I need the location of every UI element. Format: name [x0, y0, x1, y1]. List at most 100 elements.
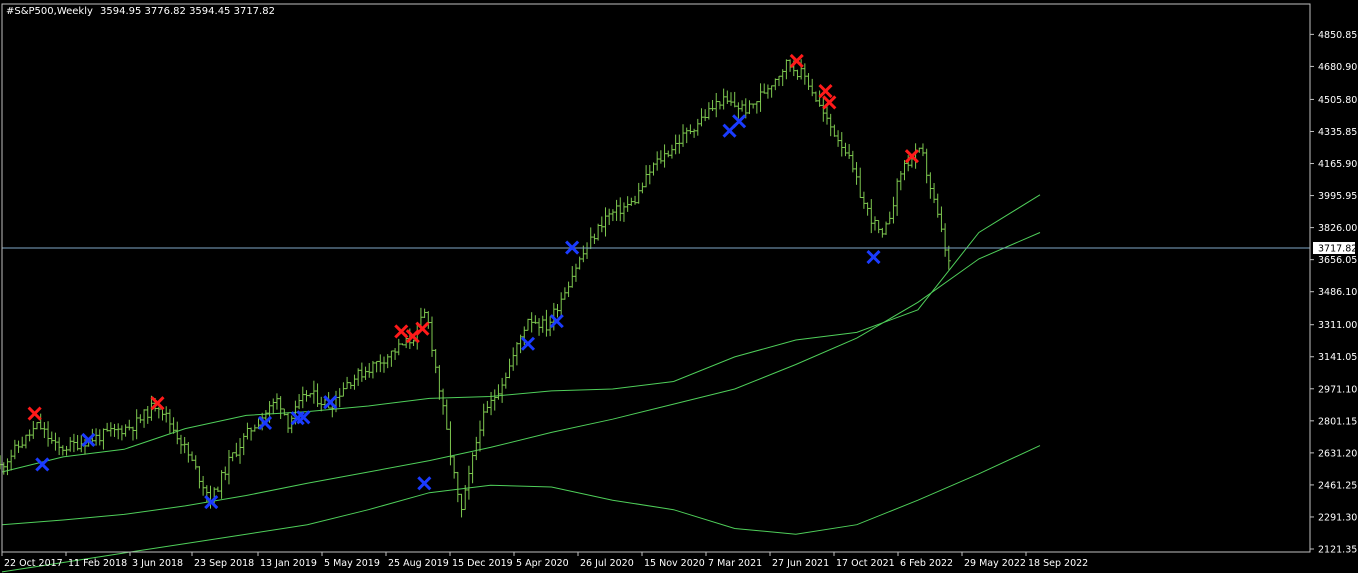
ohlc-bar	[562, 287, 567, 300]
ohlc-bar	[573, 263, 578, 282]
ohlc-bar	[695, 118, 700, 136]
ohlc-bar	[9, 449, 14, 471]
ohlc-bar	[621, 202, 626, 222]
y-tick-label: 3141.05	[1318, 352, 1357, 363]
x-tick-label: 7 Mar 2021	[708, 558, 762, 569]
ohlc-bar	[474, 436, 479, 461]
y-tick-label: 3311.00	[1318, 320, 1357, 331]
ohlc-bar	[795, 69, 800, 80]
ohlc-bar	[370, 360, 375, 379]
ohlc-bar	[662, 144, 667, 168]
chart-ohlc-readout: 3594.95 3776.82 3594.45 3717.82	[100, 6, 275, 17]
ohlc-bar	[167, 409, 172, 434]
ohlc-bar	[817, 90, 822, 107]
ohlc-bar	[94, 428, 99, 446]
ohlc-bar	[824, 105, 829, 125]
ohlc-bar	[717, 101, 722, 110]
x-tick-label: 26 Jul 2020	[580, 558, 634, 569]
ohlc-bar	[658, 150, 663, 164]
ohlc-bar	[751, 103, 756, 109]
ohlc-bar	[887, 211, 892, 225]
buy-marker	[732, 114, 747, 129]
bands-layer	[1, 194, 1041, 573]
ohlc-bar	[311, 380, 316, 404]
ohlc-bar	[274, 393, 279, 410]
ohlc-bar	[902, 160, 907, 181]
ohlc-bar	[529, 312, 534, 333]
ohlc-bar	[706, 102, 711, 120]
ohlc-bar	[441, 388, 446, 415]
x-tick-label: 23 Sep 2018	[194, 558, 254, 569]
x-tick-label: 25 Aug 2019	[388, 558, 449, 569]
ohlc-bar	[308, 393, 313, 398]
ohlc-bar	[747, 100, 752, 114]
ohlc-bar	[112, 423, 117, 437]
ohlc-bar	[448, 421, 453, 466]
ohlc-bar	[219, 470, 224, 499]
ohlc-bar	[241, 433, 246, 456]
ohlc-bar	[304, 390, 309, 402]
ohlc-bar	[68, 437, 73, 452]
ohlc-bar	[470, 452, 475, 484]
ohlc-bar	[898, 171, 903, 191]
ohlc-bar	[773, 78, 778, 91]
ohlc-bar	[729, 92, 734, 106]
ohlc-bar	[400, 343, 405, 346]
ohlc-bar	[618, 197, 623, 222]
ohlc-bar	[872, 216, 877, 231]
ohlc-bar	[345, 376, 350, 390]
ohlc-bar	[12, 439, 17, 460]
ohlc-bar	[920, 143, 925, 157]
ohlc-bar	[363, 366, 368, 380]
ohlc-bar	[411, 339, 416, 346]
ohlc-bar	[544, 309, 549, 337]
band-line-3	[1, 445, 1041, 573]
ohlc-bar	[570, 266, 575, 288]
ohlc-bar	[640, 182, 645, 194]
ohlc-bar	[592, 233, 597, 244]
y-tick-label: 4505.80	[1318, 95, 1357, 106]
ohlc-bar	[577, 256, 582, 270]
ohlc-bar	[732, 91, 737, 108]
buy-marker	[417, 476, 432, 491]
ohlc-bar	[684, 127, 689, 144]
ohlc-bar	[20, 436, 25, 449]
ohlc-bar	[555, 304, 560, 318]
ohlc-bar	[839, 132, 844, 157]
ohlc-bar	[758, 83, 763, 112]
ohlc-bar	[127, 419, 132, 431]
ohlc-bar	[282, 408, 287, 416]
x-tick-label: 11 Feb 2018	[68, 558, 127, 569]
ohlc-bar	[42, 422, 47, 439]
ohlc-bar	[692, 128, 697, 138]
ohlc-bar	[452, 455, 457, 479]
ohlc-bar	[75, 435, 80, 451]
ohlc-bar	[880, 227, 885, 238]
ohlc-bar	[477, 420, 482, 452]
buy-marker	[35, 457, 50, 472]
ohlc-bar	[533, 315, 538, 324]
y-tick-label: 4335.85	[1318, 127, 1357, 138]
ohlc-bar	[769, 85, 774, 98]
ohlc-bar	[271, 398, 276, 415]
ohlc-bar	[492, 389, 497, 411]
x-tick-label: 27 Jun 2021	[772, 558, 829, 569]
band-line-2	[1, 232, 1041, 526]
ohlc-bar	[677, 134, 682, 154]
ohlc-bar	[60, 445, 65, 456]
ohlc-bar	[813, 91, 818, 102]
ohlc-bar	[636, 182, 641, 204]
ohlc-bar	[669, 144, 674, 159]
ohlc-bar	[810, 78, 815, 97]
ohlc-bar	[596, 223, 601, 241]
ohlc-bar	[138, 414, 143, 424]
x-tick-label: 5 Apr 2020	[516, 558, 569, 569]
y-tick-label: 4680.90	[1318, 62, 1357, 73]
ohlc-bar	[928, 172, 933, 199]
price-chart[interactable]: 4850.85 4680.90 4505.80 4335.85 4165.90 3995.…	[0, 0, 1358, 573]
ohlc-bar	[666, 150, 671, 158]
x-tick-label: 15 Nov 2020	[644, 558, 705, 569]
ohlc-bar	[337, 388, 342, 408]
ohlc-bar	[946, 245, 951, 270]
ohlc-bar	[466, 465, 471, 500]
